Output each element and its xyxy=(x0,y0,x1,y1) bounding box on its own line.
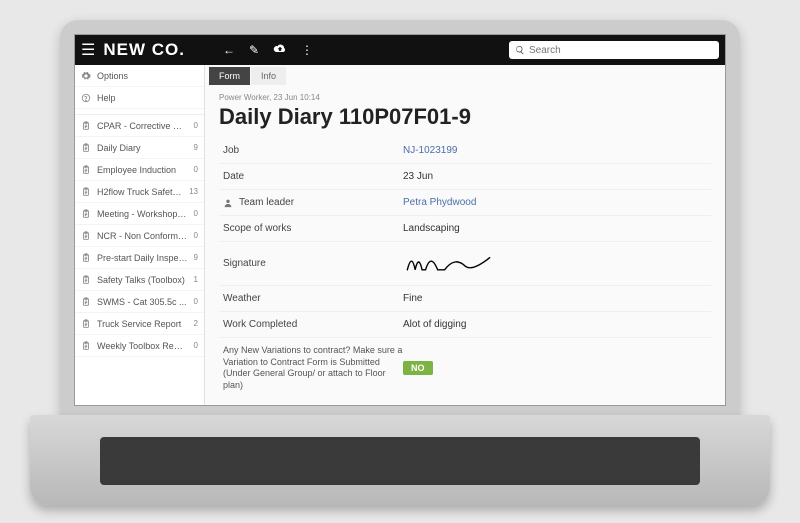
sidebar-item-count: 2 xyxy=(194,319,198,328)
menu-icon[interactable]: ☰ xyxy=(81,40,95,60)
field-row: Signature xyxy=(219,242,711,286)
sidebar-item[interactable]: Employee Induction 0 xyxy=(75,159,204,181)
sidebar-options[interactable]: Options xyxy=(75,65,204,87)
sidebar-item[interactable]: Truck Service Report 2 xyxy=(75,313,204,335)
sidebar-item[interactable]: Weekly Toolbox Report 0 xyxy=(75,335,204,357)
app-header: ☰ NEW CO. ← ✎ ⋮ xyxy=(75,35,725,65)
field-label: Team leader xyxy=(239,197,294,208)
field-row: Job NJ-1023199 xyxy=(219,138,711,164)
sidebar-item-count: 0 xyxy=(194,165,198,174)
sidebar-item-label: CPAR - Corrective Pr... xyxy=(97,121,188,131)
field-row: Team leader Petra Phydwood xyxy=(219,190,711,216)
main-panel: FormInfo Power Worker, 23 Jun 10:14 Dail… xyxy=(205,65,725,405)
sidebar-item-label: Safety Talks (Toolbox) xyxy=(97,275,188,285)
search-field[interactable] xyxy=(529,45,713,56)
sidebar-item[interactable]: Meeting - Workshop T... 0 xyxy=(75,203,204,225)
field-label: Work Completed xyxy=(223,319,297,330)
field-row: Work Completed Alot of digging xyxy=(219,312,711,338)
sidebar-item-count: 0 xyxy=(194,297,198,306)
field-value[interactable]: NJ-1023199 xyxy=(403,145,457,156)
more-icon[interactable]: ⋮ xyxy=(301,43,313,57)
sidebar-item[interactable]: SWMS - Cat 305.5c ... 0 xyxy=(75,291,204,313)
sidebar-item-count: 0 xyxy=(194,341,198,350)
sidebar: Options Help CPAR - Corrective Pr... 0 Dail… xyxy=(75,65,205,405)
edit-icon[interactable]: ✎ xyxy=(249,43,259,57)
sidebar-item[interactable]: H2flow Truck Safety... 13 xyxy=(75,181,204,203)
sidebar-item-label: Help xyxy=(97,93,198,103)
cloud-upload-icon[interactable] xyxy=(273,43,287,57)
laptop-base xyxy=(30,415,770,505)
sidebar-item-count: 1 xyxy=(194,275,198,284)
brand-logo: NEW CO. xyxy=(103,40,185,60)
sidebar-item-label: SWMS - Cat 305.5c ... xyxy=(97,297,188,307)
field-label: Scope of works xyxy=(223,223,291,234)
field-row: Weather Fine xyxy=(219,286,711,312)
field-value: Landscaping xyxy=(403,223,460,234)
field-value[interactable]: Petra Phydwood xyxy=(403,197,476,208)
laptop-mockup: ☰ NEW CO. ← ✎ ⋮ Options Help CPAR - Corre… xyxy=(0,0,800,523)
sidebar-help[interactable]: Help xyxy=(75,87,204,109)
sidebar-item-label: Options xyxy=(97,71,198,81)
sidebar-item-count: 0 xyxy=(194,209,198,218)
field-value: Alot of digging xyxy=(403,319,466,330)
search-icon xyxy=(515,45,525,55)
tab-info[interactable]: Info xyxy=(251,67,286,85)
sidebar-item-count: 0 xyxy=(194,231,198,240)
sidebar-item-count: 13 xyxy=(189,187,198,196)
breadcrumb: Power Worker, 23 Jun 10:14 xyxy=(219,93,711,102)
tab-bar: FormInfo xyxy=(205,65,725,85)
sidebar-item[interactable]: CPAR - Corrective Pr... 0 xyxy=(75,115,204,137)
search-input[interactable] xyxy=(509,41,719,59)
field-label: Weather xyxy=(223,293,261,304)
sidebar-item-label: H2flow Truck Safety... xyxy=(97,187,183,197)
back-icon[interactable]: ← xyxy=(223,43,235,57)
sidebar-item[interactable]: Safety Talks (Toolbox) 1 xyxy=(75,269,204,291)
signature-value xyxy=(403,249,507,278)
sidebar-item-count: 0 xyxy=(194,121,198,130)
sidebar-item[interactable]: Pre-start Daily Inspec... 9 xyxy=(75,247,204,269)
tab-form[interactable]: Form xyxy=(209,67,250,85)
sidebar-item[interactable]: NCR - Non Conforma... 0 xyxy=(75,225,204,247)
field-value: 23 Jun xyxy=(403,171,433,182)
field-value: Fine xyxy=(403,293,422,304)
field-label: Job xyxy=(223,145,239,156)
sidebar-item-count: 9 xyxy=(194,143,198,152)
sidebar-item[interactable]: Daily Diary 9 xyxy=(75,137,204,159)
variation-question-label: Any New Variations to contract? Make sur… xyxy=(223,345,403,392)
variation-question-row: Any New Variations to contract? Make sur… xyxy=(219,338,711,399)
field-label: Date xyxy=(223,171,244,182)
sidebar-item-label: Daily Diary xyxy=(97,143,188,153)
sidebar-item-label: Pre-start Daily Inspec... xyxy=(97,253,188,263)
field-row: Scope of works Landscaping xyxy=(219,216,711,242)
page-title: Daily Diary 110P07F01-9 xyxy=(219,104,711,130)
sidebar-item-label: Employee Induction xyxy=(97,165,188,175)
sidebar-item-label: Truck Service Report xyxy=(97,319,188,329)
sidebar-item-label: NCR - Non Conforma... xyxy=(97,231,188,241)
sidebar-item-label: Meeting - Workshop T... xyxy=(97,209,188,219)
sidebar-item-count: 9 xyxy=(194,253,198,262)
sidebar-item-label: Weekly Toolbox Report xyxy=(97,341,188,351)
person-icon xyxy=(223,198,233,208)
answer-badge: NO xyxy=(403,361,433,375)
field-label: Signature xyxy=(223,258,266,269)
field-row: Date 23 Jun xyxy=(219,164,711,190)
